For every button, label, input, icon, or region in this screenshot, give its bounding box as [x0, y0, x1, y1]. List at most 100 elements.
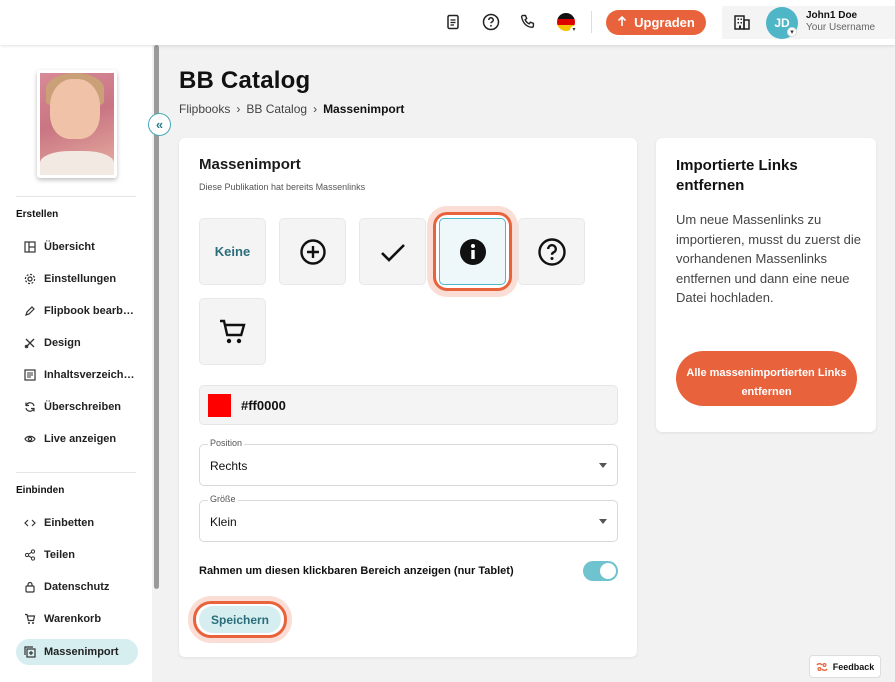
- frame-toggle[interactable]: [583, 561, 618, 581]
- cover-face-shape: [50, 79, 100, 139]
- plus-circle-icon: [299, 238, 326, 265]
- sidebar-item-label: Warenkorb: [44, 613, 102, 625]
- dropdown-arrow-icon: [599, 519, 607, 524]
- divider: [591, 11, 592, 33]
- card-subtitle: Diese Publikation hat bereits Massenlink…: [199, 182, 366, 192]
- sidebar-item-live-view[interactable]: Live anzeigen: [16, 426, 138, 452]
- frame-toggle-label: Rahmen um diesen klickbaren Bereich anze…: [199, 565, 514, 577]
- sidebar-item-label: Datenschutz: [44, 581, 110, 593]
- section-title-create: Erstellen: [16, 209, 59, 220]
- remove-links-text: Um neue Massenlinks zu importieren, muss…: [676, 212, 861, 305]
- user-name: John1 Doe: [806, 10, 858, 21]
- save-button[interactable]: Speichern: [199, 606, 281, 633]
- sidebar-item-embed[interactable]: Einbetten: [16, 510, 138, 536]
- design-tools-icon: [24, 338, 35, 349]
- layout-icon: [24, 241, 36, 253]
- sidebar-item-settings[interactable]: Einstellungen: [16, 266, 138, 292]
- size-value: Klein: [210, 515, 237, 529]
- selection-highlight: [433, 212, 512, 291]
- sidebar-item-cart[interactable]: Warenkorb: [16, 606, 138, 632]
- refresh-icon: [25, 402, 35, 412]
- flipbook-cover-thumbnail[interactable]: [37, 70, 117, 178]
- position-label: Position: [208, 438, 245, 448]
- color-hex-value: #ff0000: [241, 397, 286, 413]
- icon-option-check[interactable]: [359, 218, 426, 285]
- sidebar-divider: [16, 196, 136, 197]
- check-icon: [380, 243, 405, 262]
- top-bar: ▾ Upgraden JD ▾ John1 Doe Your Username: [0, 0, 895, 45]
- color-picker-field[interactable]: #ff0000: [199, 385, 618, 425]
- chevron-right-icon: ›: [236, 102, 241, 116]
- sidebar-item-label: Einbetten: [44, 517, 95, 529]
- help-icon[interactable]: [481, 12, 501, 32]
- breadcrumb-current: Massenimport: [323, 102, 405, 116]
- bulk-import-icon: [24, 646, 36, 658]
- position-value: Rechts: [210, 459, 248, 473]
- sidebar-item-label: Design: [44, 337, 81, 349]
- position-select[interactable]: Position Rechts: [199, 438, 618, 486]
- remove-all-links-button[interactable]: Alle massenimportierten Links entfernen: [676, 351, 857, 406]
- color-swatch[interactable]: [208, 393, 231, 417]
- eye-icon: [24, 435, 36, 443]
- arrow-up-icon: [617, 15, 627, 30]
- table-of-contents-icon: [24, 369, 36, 381]
- breadcrumb-link-catalog[interactable]: BB Catalog: [246, 102, 307, 116]
- breadcrumb: Flipbooks › BB Catalog › Massenimport: [179, 102, 404, 116]
- share-icon: [24, 549, 36, 561]
- sidebar-item-overview[interactable]: Übersicht: [16, 234, 138, 260]
- sidebar-item-privacy[interactable]: Datenschutz: [16, 574, 138, 600]
- feedback-label: Feedback: [832, 661, 875, 672]
- upgrade-button[interactable]: Upgraden: [606, 10, 706, 35]
- cover-image: [40, 73, 114, 175]
- icon-option-plus[interactable]: [279, 218, 346, 285]
- sidebar-item-label: Einstellungen: [44, 273, 117, 285]
- lock-icon: [25, 581, 35, 593]
- sidebar-divider: [16, 472, 136, 473]
- chevron-right-icon: ›: [313, 102, 318, 116]
- phone-icon[interactable]: [518, 12, 538, 32]
- size-select[interactable]: Größe Klein: [199, 494, 618, 542]
- breadcrumb-link-flipbooks[interactable]: Flipbooks: [179, 102, 230, 116]
- toggle-knob: [600, 563, 616, 579]
- card-title: Massenimport: [199, 156, 301, 173]
- feedback-button[interactable]: Feedback: [809, 655, 881, 678]
- feedback-icon: [816, 662, 828, 671]
- sidebar-item-label: Inhaltsverzeich…: [44, 369, 135, 381]
- sidebar-item-overwrite[interactable]: Überschreiben: [16, 394, 138, 420]
- chevron-down-icon: ▾: [787, 27, 797, 37]
- sidebar-item-label: Teilen: [44, 549, 75, 561]
- collapse-sidebar-button[interactable]: «: [148, 113, 171, 136]
- question-circle-icon: [537, 237, 566, 266]
- upgrade-label: Upgraden: [634, 15, 695, 30]
- sidebar-item-share[interactable]: Teilen: [16, 542, 138, 568]
- sidebar-item-toc[interactable]: Inhaltsverzeich…: [16, 362, 138, 388]
- sidebar-item-edit-flipbook[interactable]: Flipbook bearb…: [16, 298, 138, 324]
- cart-icon: [219, 319, 246, 343]
- code-icon: [24, 519, 36, 527]
- cover-shoulder-shape: [40, 151, 114, 175]
- icon-option-question[interactable]: [518, 218, 585, 285]
- sidebar-item-label: Live anzeigen: [44, 433, 117, 445]
- gear-icon: [24, 273, 36, 285]
- chevron-down-icon: ▾: [570, 26, 578, 34]
- sidebar-item-label: Übersicht: [44, 241, 95, 253]
- cart-icon: [25, 613, 36, 624]
- page-title: BB Catalog: [179, 67, 311, 94]
- pencil-icon: [25, 306, 35, 316]
- sidebar-item-label: Massenimport: [44, 646, 119, 658]
- sidebar-item-bulk-import[interactable]: Massenimport: [16, 639, 138, 665]
- user-username: Your Username: [806, 22, 876, 33]
- size-label: Größe: [208, 494, 238, 504]
- sidebar-item-label: Flipbook bearb…: [44, 305, 134, 317]
- section-title-embed: Einbinden: [16, 485, 65, 496]
- sidebar-item-label: Überschreiben: [44, 401, 122, 413]
- icon-option-label: Keine: [214, 244, 251, 259]
- dropdown-arrow-icon: [599, 463, 607, 468]
- sidebar-item-design[interactable]: Design: [16, 330, 138, 356]
- icon-option-cart[interactable]: [199, 298, 266, 365]
- double-chevron-left-icon: «: [155, 117, 164, 132]
- remove-links-title: Importierte Links entfernen: [676, 157, 798, 194]
- document-icon[interactable]: [443, 12, 463, 32]
- icon-option-none[interactable]: Keine: [199, 218, 266, 285]
- building-icon[interactable]: [733, 13, 751, 31]
